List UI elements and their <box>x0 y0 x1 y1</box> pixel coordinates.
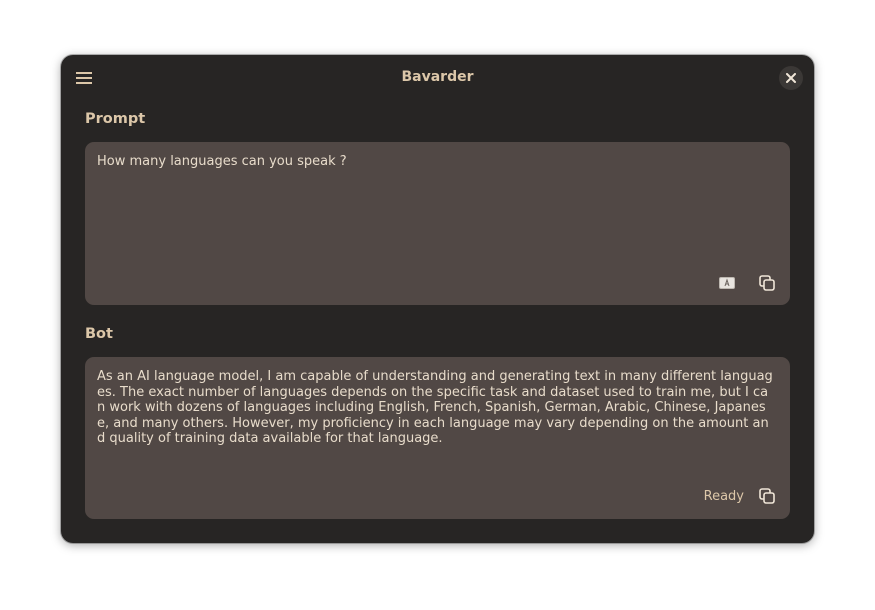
bot-label: Bot <box>85 326 113 342</box>
close-icon <box>786 73 796 83</box>
prompt-text[interactable]: How many languages can you speak ? <box>97 154 776 170</box>
app-window: Bavarder Prompt How many languages can y… <box>61 55 814 543</box>
copy-icon <box>759 275 775 291</box>
bot-response-text[interactable]: As an AI language model, I am capable of… <box>97 369 776 447</box>
prompt-input-area[interactable]: How many languages can you speak ? <box>85 142 790 305</box>
prompt-label: Prompt <box>85 111 146 127</box>
bot-response-area[interactable]: As an AI language model, I am capable of… <box>85 357 790 519</box>
copy-response-button[interactable] <box>756 485 778 507</box>
speak-icon <box>719 277 735 289</box>
copy-icon <box>759 488 775 504</box>
copy-prompt-button[interactable] <box>756 272 778 294</box>
speak-button[interactable] <box>716 272 738 294</box>
window-title: Bavarder <box>401 69 474 85</box>
header-bar: Bavarder <box>61 55 814 101</box>
status-label: Ready <box>703 489 744 504</box>
close-button[interactable] <box>779 66 803 90</box>
